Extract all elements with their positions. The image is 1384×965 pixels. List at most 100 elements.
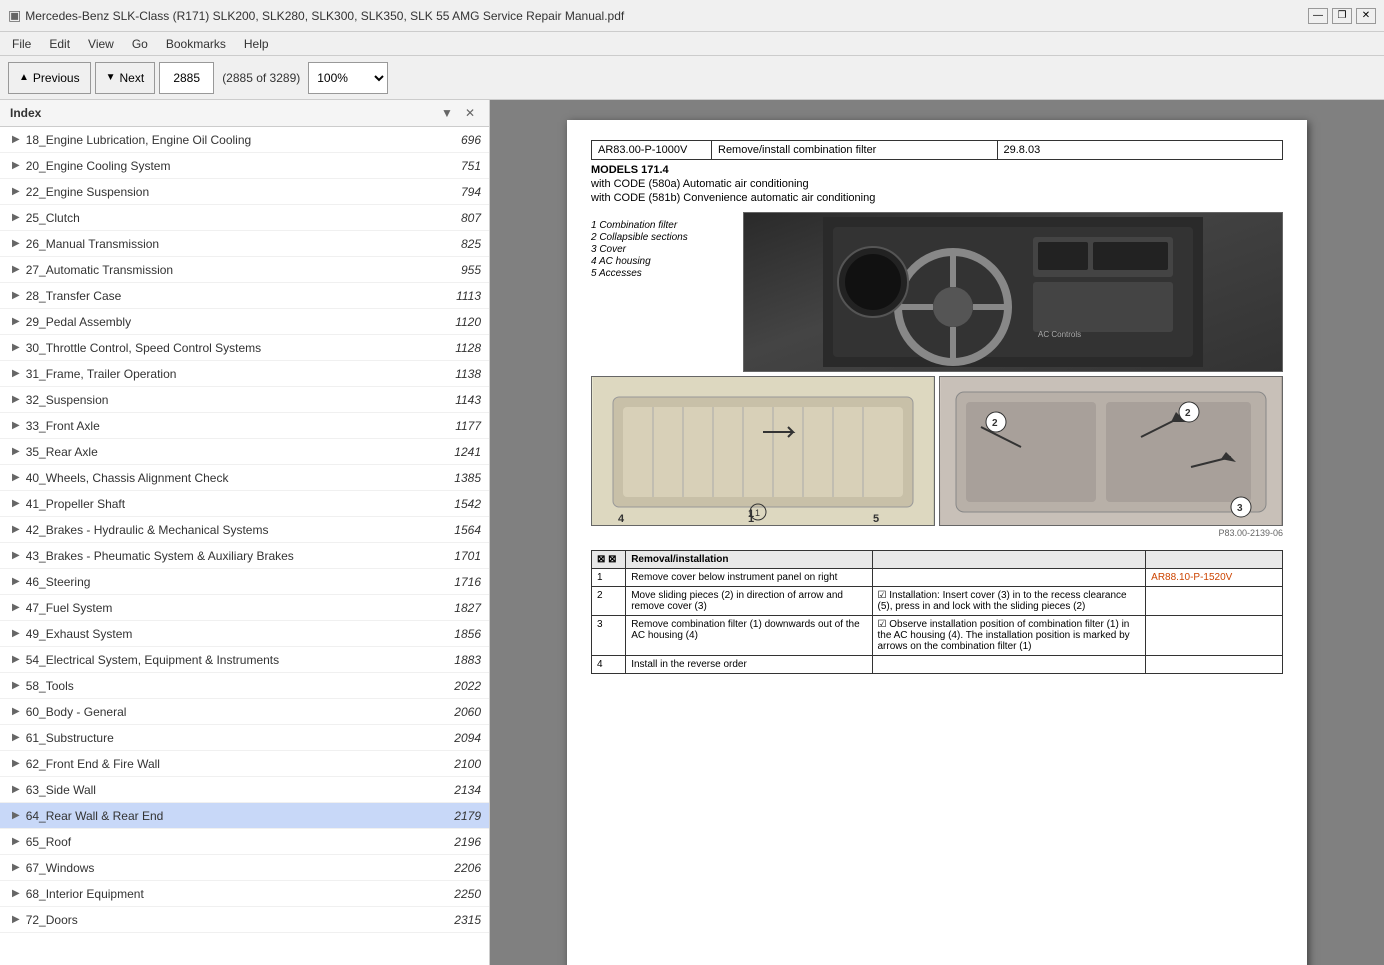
sidebar-item-page: 1716 (454, 575, 481, 589)
sidebar-item-label: 63_Side Wall (26, 783, 96, 797)
sidebar-arrow-icon: ▶ (12, 576, 20, 587)
list-item[interactable]: ▶ 47_Fuel System 1827 (0, 595, 489, 621)
sidebar-close-icon[interactable]: ✕ (461, 106, 479, 120)
filter-svg: 4 1 1 1 5 (592, 377, 934, 526)
menu-edit[interactable]: Edit (41, 35, 78, 53)
table-row: 4 Install in the reverse order (592, 656, 1283, 674)
sidebar-item-label: 33_Front Axle (26, 419, 100, 433)
sidebar-item-label: 32_Suspension (26, 393, 109, 407)
list-item[interactable]: ▶ 18_Engine Lubrication, Engine Oil Cool… (0, 127, 489, 153)
list-item[interactable]: ▶ 65_Roof 2196 (0, 829, 489, 855)
zoom-select[interactable]: 50% 75% 100% 125% 150% 200% (308, 62, 388, 94)
pdf-legend: 1 Combination filter 2 Collapsible secti… (591, 220, 731, 364)
close-button[interactable]: ✕ (1356, 8, 1376, 24)
list-item[interactable]: ▶ 64_Rear Wall & Rear End 2179 (0, 803, 489, 829)
sidebar-item-page: 2100 (454, 757, 481, 771)
removal-table: ⊠ ⊠ Removal/installation 1 Remove cover … (591, 550, 1283, 674)
sidebar-item-left: ▶ 32_Suspension (12, 393, 108, 407)
sidebar-item-label: 43_Brakes - Pheumatic System & Auxiliary… (26, 549, 294, 563)
sidebar-item-page: 1120 (455, 315, 481, 329)
list-item[interactable]: ▶ 68_Interior Equipment 2250 (0, 881, 489, 907)
sidebar-item-page: 955 (461, 263, 481, 277)
sidebar-item-left: ▶ 47_Fuel System (12, 601, 112, 615)
previous-button[interactable]: ▲ Previous (8, 62, 91, 94)
sidebar-item-page: 794 (461, 185, 481, 199)
sidebar-item-page: 1128 (455, 341, 481, 355)
list-item[interactable]: ▶ 26_Manual Transmission 825 (0, 231, 489, 257)
list-item[interactable]: ▶ 41_Propeller Shaft 1542 (0, 491, 489, 517)
pdf-link[interactable]: AR88.10-P-1520V (1151, 572, 1232, 583)
sidebar-item-page: 1241 (454, 445, 481, 459)
list-item[interactable]: ▶ 28_Transfer Case 1113 (0, 283, 489, 309)
sidebar-dropdown-icon[interactable]: ▼ (437, 106, 457, 120)
legend-4: 4 AC housing (591, 256, 731, 267)
list-item[interactable]: ▶ 22_Engine Suspension 794 (0, 179, 489, 205)
sidebar-item-page: 1385 (454, 471, 481, 485)
menu-file[interactable]: File (4, 35, 39, 53)
list-item[interactable]: ▶ 49_Exhaust System 1856 (0, 621, 489, 647)
list-item[interactable]: ▶ 42_Brakes - Hydraulic & Mechanical Sys… (0, 517, 489, 543)
list-item[interactable]: ▶ 46_Steering 1716 (0, 569, 489, 595)
sidebar-list[interactable]: ▶ 18_Engine Lubrication, Engine Oil Cool… (0, 127, 489, 965)
list-item[interactable]: ▶ 30_Throttle Control, Speed Control Sys… (0, 335, 489, 361)
sidebar-item-left: ▶ 42_Brakes - Hydraulic & Mechanical Sys… (12, 523, 268, 537)
list-item[interactable]: ▶ 31_Frame, Trailer Operation 1138 (0, 361, 489, 387)
list-item[interactable]: ▶ 29_Pedal Assembly 1120 (0, 309, 489, 335)
sidebar-item-left: ▶ 18_Engine Lubrication, Engine Oil Cool… (12, 133, 251, 147)
sidebar-item-left: ▶ 31_Frame, Trailer Operation (12, 367, 176, 381)
sidebar-item-left: ▶ 29_Pedal Assembly (12, 315, 131, 329)
list-item[interactable]: ▶ 33_Front Axle 1177 (0, 413, 489, 439)
table-cell-installation: ☑ Installation: Insert cover (3) in to t… (872, 587, 1146, 616)
list-item[interactable]: ▶ 43_Brakes - Pheumatic System & Auxilia… (0, 543, 489, 569)
sidebar-item-page: 1542 (454, 497, 481, 511)
sidebar-title: Index (10, 106, 41, 120)
sidebar-item-left: ▶ 43_Brakes - Pheumatic System & Auxilia… (12, 549, 294, 563)
list-item[interactable]: ▶ 67_Windows 2206 (0, 855, 489, 881)
sidebar-item-label: 31_Frame, Trailer Operation (26, 367, 177, 381)
dashboard-svg: AC Controls (823, 217, 1203, 367)
list-item[interactable]: ▶ 20_Engine Cooling System 751 (0, 153, 489, 179)
list-item[interactable]: ▶ 54_Electrical System, Equipment & Inst… (0, 647, 489, 673)
list-item[interactable]: ▶ 61_Substructure 2094 (0, 725, 489, 751)
list-item[interactable]: ▶ 58_Tools 2022 (0, 673, 489, 699)
menu-bookmarks[interactable]: Bookmarks (158, 35, 234, 53)
table-header-link (1146, 551, 1283, 569)
sidebar-arrow-icon: ▶ (12, 134, 20, 145)
sidebar-item-label: 67_Windows (26, 861, 95, 875)
list-item[interactable]: ▶ 63_Side Wall 2134 (0, 777, 489, 803)
sidebar-item-left: ▶ 40_Wheels, Chassis Alignment Check (12, 471, 228, 485)
page-count-label: (2885 of 3289) (222, 71, 300, 85)
table-cell-link (1146, 616, 1283, 656)
sidebar-arrow-icon: ▶ (12, 420, 20, 431)
sidebar-item-page: 2179 (454, 809, 481, 823)
install-svg: 2 2 3 (940, 377, 1282, 526)
list-item[interactable]: ▶ 62_Front End & Fire Wall 2100 (0, 751, 489, 777)
restore-button[interactable]: ❐ (1332, 8, 1352, 24)
sidebar-item-page: 1177 (455, 419, 481, 433)
list-item[interactable]: ▶ 32_Suspension 1143 (0, 387, 489, 413)
minimize-button[interactable]: — (1308, 8, 1328, 24)
menu-help[interactable]: Help (236, 35, 277, 53)
list-item[interactable]: ▶ 25_Clutch 807 (0, 205, 489, 231)
next-button[interactable]: ▼ Next (95, 62, 156, 94)
sidebar-arrow-icon: ▶ (12, 732, 20, 743)
sidebar-item-page: 807 (461, 211, 481, 225)
sidebar-item-label: 46_Steering (26, 575, 91, 589)
list-item[interactable]: ▶ 60_Body - General 2060 (0, 699, 489, 725)
sidebar-item-label: 65_Roof (26, 835, 71, 849)
menu-view[interactable]: View (80, 35, 122, 53)
page-number-input[interactable] (159, 62, 214, 94)
sidebar-arrow-icon: ▶ (12, 888, 20, 899)
list-item[interactable]: ▶ 40_Wheels, Chassis Alignment Check 138… (0, 465, 489, 491)
sidebar-arrow-icon: ▶ (12, 160, 20, 171)
sidebar-item-left: ▶ 72_Doors (12, 913, 78, 927)
list-item[interactable]: ▶ 27_Automatic Transmission 955 (0, 257, 489, 283)
sidebar-item-left: ▶ 28_Transfer Case (12, 289, 121, 303)
pdf-viewer[interactable]: AR83.00-P-1000V Remove/install combinati… (490, 100, 1384, 965)
sidebar-item-page: 2206 (454, 861, 481, 875)
list-item[interactable]: ▶ 35_Rear Axle 1241 (0, 439, 489, 465)
list-item[interactable]: ▶ 72_Doors 2315 (0, 907, 489, 933)
menu-go[interactable]: Go (124, 35, 156, 53)
sidebar-arrow-icon: ▶ (12, 550, 20, 561)
pdf-date: 29.8.03 (998, 141, 1283, 159)
